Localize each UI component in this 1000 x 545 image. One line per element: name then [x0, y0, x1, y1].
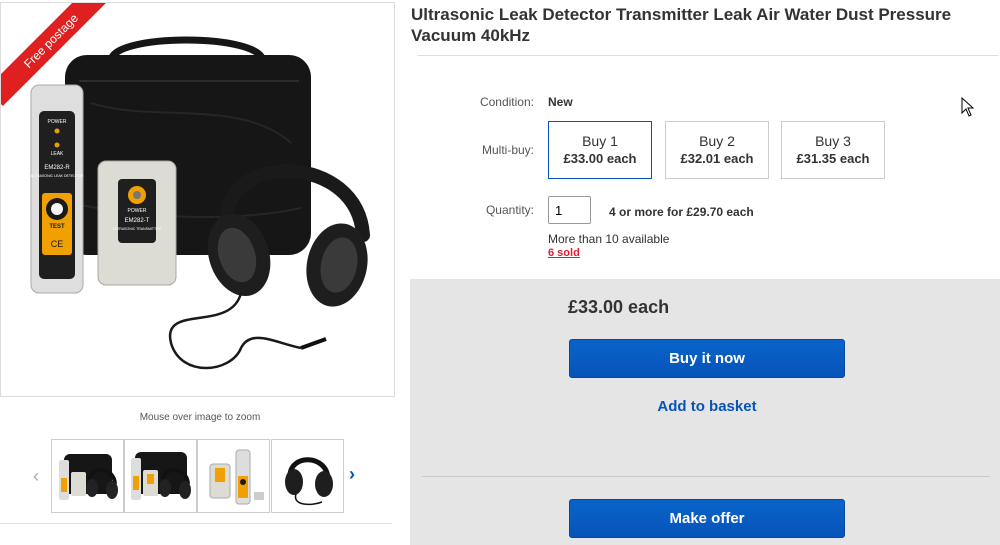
- transmitter-power-label: POWER: [128, 208, 147, 214]
- thumbnail-units[interactable]: [197, 439, 270, 513]
- thumbnail-next-icon[interactable]: ›: [349, 464, 355, 485]
- thumbnail-case-kit-2[interactable]: [124, 439, 197, 513]
- receiver-ce-label: CE: [51, 239, 64, 249]
- condition-label: Condition:: [479, 95, 534, 109]
- tier-price: £31.35 each: [796, 151, 870, 166]
- mouse-cursor-icon: [961, 97, 975, 117]
- transmitter-model-label: EM282-T: [125, 218, 150, 224]
- free-postage-ribbon: Free postage: [1, 3, 111, 113]
- buy-it-now-button[interactable]: Buy it now: [569, 339, 845, 378]
- price: £33.00 each: [568, 297, 670, 317]
- quantity-label: Quantity:: [485, 203, 534, 217]
- quantity-input[interactable]: [548, 196, 591, 224]
- main-product-image[interactable]: POWER LEAK EM282-R ULTRASONIC LEAK DETEC…: [0, 2, 395, 397]
- receiver-model-label: EM282-R: [44, 165, 70, 171]
- thumbnail-image: [209, 449, 264, 505]
- thumbnail-image: [59, 454, 118, 500]
- receiver-leak-label: LEAK: [51, 151, 64, 157]
- multibuy-tier-1[interactable]: Buy 1 £33.00 each: [548, 121, 652, 179]
- receiver-power-label: POWER: [48, 119, 67, 125]
- multibuy-tier-3[interactable]: Buy 3 £31.35 each: [781, 121, 885, 179]
- tier-label: Buy 3: [815, 133, 851, 149]
- headphone-cable: [168, 292, 302, 370]
- transmitter-sub-label: ULTRASONIC TRANSMITTER: [113, 227, 162, 231]
- left-divider: [0, 523, 392, 524]
- zoom-hint: Mouse over image to zoom: [139, 412, 261, 423]
- tier-price: £32.01 each: [680, 151, 754, 166]
- receiver-sub-label: ULTRASONIC LEAK DETECTOR: [31, 174, 84, 178]
- thumbnail-headphones[interactable]: [271, 439, 344, 513]
- title-divider: [418, 55, 998, 56]
- tier-label: Buy 2: [699, 133, 735, 149]
- availability-text: More than 10 available: [548, 232, 670, 246]
- ribbon-label: Free postage: [1, 3, 111, 107]
- multibuy-label: Multi-buy:: [481, 143, 534, 157]
- receiver-test-label: TEST: [49, 224, 65, 230]
- multibuy-tier-2[interactable]: Buy 2 £32.01 each: [665, 121, 769, 179]
- condition-value: New: [548, 95, 573, 109]
- tier-label: Buy 1: [582, 133, 618, 149]
- thumbnail-prev-icon[interactable]: ‹: [33, 466, 39, 487]
- tier-price: £33.00 each: [563, 151, 637, 166]
- sold-count-link[interactable]: 6 sold: [548, 247, 580, 259]
- product-title: Ultrasonic Leak Detector Transmitter Lea…: [411, 5, 952, 45]
- quantity-offer: 4 or more for £29.70 each: [609, 205, 754, 219]
- add-to-basket-link[interactable]: Add to basket: [569, 398, 845, 415]
- make-offer-button[interactable]: Make offer: [569, 499, 845, 538]
- thumbnail-image: [285, 457, 333, 506]
- thumbnail-case-kit[interactable]: [51, 439, 124, 513]
- thumbnail-image: [131, 452, 191, 500]
- purchase-divider: [422, 476, 990, 477]
